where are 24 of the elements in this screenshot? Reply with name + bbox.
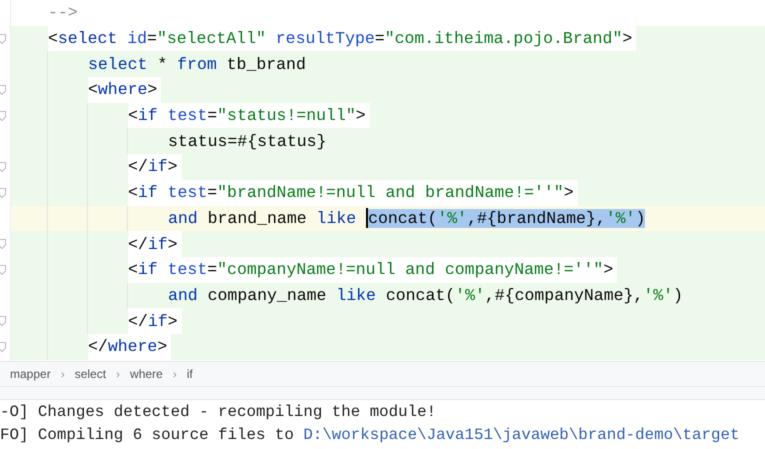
fold-marker-icon[interactable] [0,84,6,95]
code-line: and company_name like concat('%',#{companyName},'%') [168,284,684,307]
breadcrumb-separator: › [116,367,120,381]
console-line: FO] Compiling 6 source files to D:\workspace\Java151\javaweb\brand-demo\target [0,425,740,446]
fold-marker-icon[interactable] [0,34,6,44]
breadcrumb-item[interactable]: select [74,367,106,381]
code-line: status=#{status} [168,130,328,153]
breadcrumb-separator: › [60,367,65,381]
breadcrumb-item[interactable]: where [130,367,163,381]
fold-marker-icon[interactable] [0,342,6,352]
text-caret [366,208,368,228]
fold-marker-icon[interactable] [0,110,6,121]
fold-marker-icon[interactable] [0,239,6,250]
code-line: select * from tb_brand [88,54,307,76]
fold-marker-icon[interactable] [0,316,6,326]
breadcrumb-separator: › [172,367,177,381]
code-line: and brand_name like concat('%',#{brandName},'%') [168,207,646,230]
fold-marker-icon[interactable] [0,264,6,275]
fold-marker-icon[interactable] [0,162,6,172]
breadcrumb-item[interactable]: mapper [10,367,51,381]
console-line: -O] Changes detected - recompiling the module! [0,402,438,423]
fold-marker-icon[interactable] [0,188,6,198]
breadcrumb-item[interactable]: if [186,367,193,381]
code-line: --> [48,2,79,24]
